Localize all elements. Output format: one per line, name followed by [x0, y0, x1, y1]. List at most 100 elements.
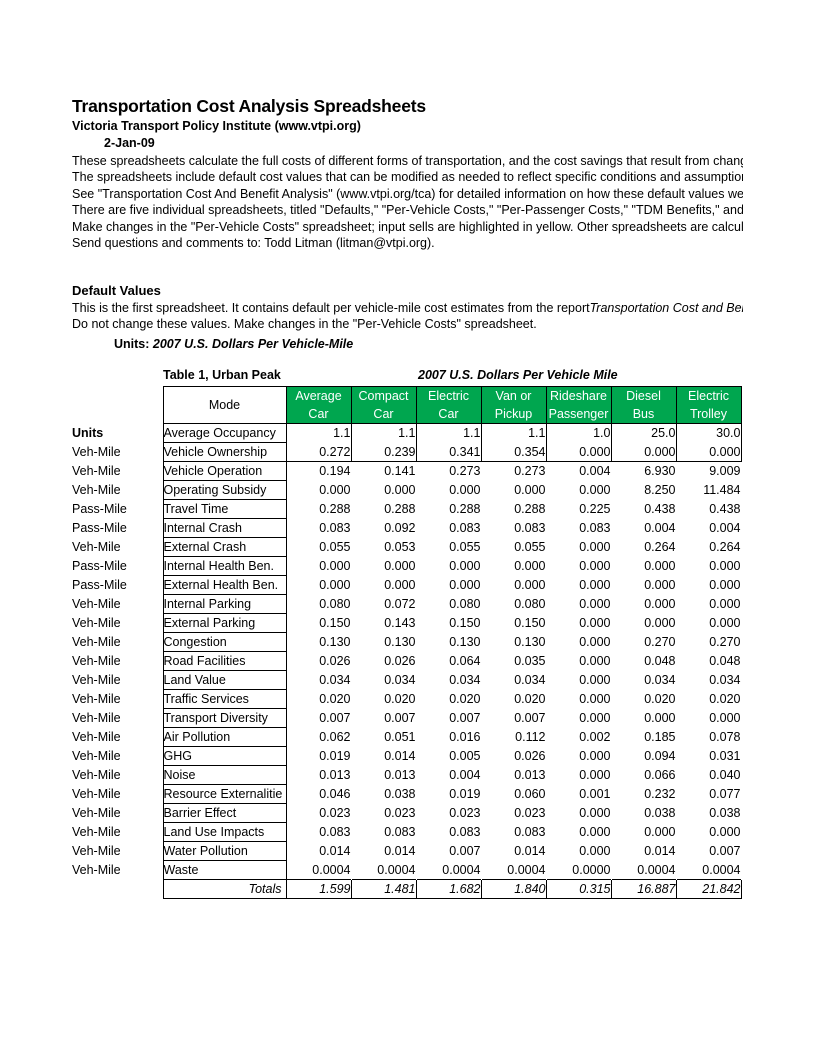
column-header-compact-car[interactable]: Compact Car	[350, 386, 417, 424]
cell-compact-car[interactable]: 0.239	[350, 442, 417, 462]
cell-diesel-bus[interactable]: 0.000	[611, 823, 676, 842]
table-row[interactable]: Units Average Occupancy 1.1 1.1 1.1 1.1 1.0 25.…	[72, 423, 742, 443]
row-mode-label[interactable]: Waste	[162, 860, 287, 880]
cell-rideshare-passenger[interactable]: 0.000	[546, 671, 611, 690]
cell-average-car[interactable]: 0.000	[286, 576, 351, 595]
cell-compact-car[interactable]: 0.288	[351, 500, 416, 519]
cell-compact-car[interactable]: 0.014	[351, 842, 416, 861]
cell-diesel-bus[interactable]: 0.000	[611, 557, 676, 576]
cell-average-car[interactable]: 0.272	[285, 442, 352, 462]
cell-average-car[interactable]: 0.034	[286, 671, 351, 690]
cell-average-car[interactable]: 0.014	[286, 842, 351, 861]
cell-average-car[interactable]: 0.007	[286, 709, 351, 728]
cell-electric-car[interactable]: 0.007	[416, 842, 481, 861]
cell-electric-trolley[interactable]: 0.000	[675, 442, 742, 462]
cost-table[interactable]: Mode Average Car Compact Car Electric Ca…	[72, 386, 742, 899]
cell-electric-car[interactable]: 0.000	[416, 557, 481, 576]
cell-van-or-pickup[interactable]: 0.035	[481, 652, 546, 671]
cell-average-car[interactable]: 0.083	[286, 823, 351, 842]
cell-rideshare-passenger[interactable]: 0.000	[546, 538, 611, 557]
row-mode-label[interactable]: Vehicle Ownership	[162, 442, 287, 462]
row-mode-label[interactable]: Internal Parking	[162, 594, 287, 614]
cell-van-or-pickup[interactable]: 0.000	[481, 481, 546, 500]
table-row[interactable]: Veh-Mile Traffic Services 0.020 0.020 0.020 0…	[72, 689, 741, 709]
cell-compact-car[interactable]: 0.038	[351, 785, 416, 804]
table-row[interactable]: Veh-Mile Internal Parking 0.080 0.072 0.080 0…	[72, 594, 741, 614]
cell-van-or-pickup[interactable]: 0.273	[481, 462, 546, 481]
cost-table-wrapper[interactable]: Mode Average Car Compact Car Electric Ca…	[72, 386, 742, 899]
cell-diesel-bus[interactable]: 0.185	[611, 728, 676, 747]
table-row[interactable]: Veh-Mile Barrier Effect 0.023 0.023 0.023 0.0…	[72, 803, 741, 823]
cell-electric-car[interactable]: 0.288	[416, 500, 481, 519]
row-mode-label[interactable]: Average Occupancy	[162, 423, 287, 443]
cell-electric-trolley[interactable]: 0.000	[676, 557, 741, 576]
table-row[interactable]: Veh-Mile Water Pollution 0.014 0.014 0.007 0.…	[72, 841, 741, 861]
cell-electric-trolley[interactable]: 0.438	[676, 500, 741, 519]
table-row[interactable]: Veh-Mile Resource Externalitie 0.046 0.038 0…	[72, 784, 741, 804]
cell-electric-trolley[interactable]: 0.0004	[676, 861, 741, 880]
cell-electric-car[interactable]: 1.1	[415, 423, 482, 443]
cell-average-car[interactable]: 0.194	[286, 462, 351, 481]
cell-compact-car[interactable]: 0.141	[351, 462, 416, 481]
table-row[interactable]: Veh-Mile Vehicle Ownership 0.272 0.239 0.341…	[72, 442, 742, 462]
cell-electric-car[interactable]: 0.019	[416, 785, 481, 804]
cell-electric-car[interactable]: 0.083	[416, 823, 481, 842]
cell-diesel-bus[interactable]: 0.000	[611, 595, 676, 614]
table-row[interactable]: Pass-Mile External Health Ben. 0.000 0.000 0…	[72, 575, 741, 595]
cell-diesel-bus[interactable]: 6.930	[611, 462, 676, 481]
cell-van-or-pickup[interactable]: 0.000	[481, 576, 546, 595]
cell-van-or-pickup[interactable]: 0.055	[481, 538, 546, 557]
row-mode-label[interactable]: Barrier Effect	[162, 803, 287, 823]
cell-diesel-bus[interactable]: 0.066	[611, 766, 676, 785]
cell-van-or-pickup[interactable]: 0.020	[481, 690, 546, 709]
cell-diesel-bus[interactable]: 0.438	[611, 500, 676, 519]
cell-average-car[interactable]: 0.130	[286, 633, 351, 652]
table-row[interactable]: Veh-Mile Road Facilities 0.026 0.026 0.064 0.…	[72, 651, 741, 671]
cell-van-or-pickup[interactable]: 0.014	[481, 842, 546, 861]
row-mode-label[interactable]: Air Pollution	[162, 727, 287, 747]
row-mode-label[interactable]: Water Pollution	[162, 841, 287, 861]
row-mode-label[interactable]: Land Value	[162, 670, 287, 690]
cell-rideshare-passenger[interactable]: 0.000	[546, 766, 611, 785]
table-body[interactable]: Units Average Occupancy 1.1 1.1 1.1 1.1 1.0 25.…	[72, 423, 742, 899]
cell-rideshare-passenger[interactable]: 0.004	[546, 462, 611, 481]
cell-average-car[interactable]: 0.055	[286, 538, 351, 557]
cell-rideshare-passenger[interactable]: 0.000	[545, 442, 612, 462]
cell-diesel-bus[interactable]: 0.232	[611, 785, 676, 804]
cell-van-or-pickup[interactable]: 0.288	[481, 500, 546, 519]
cell-rideshare-passenger[interactable]: 0.225	[546, 500, 611, 519]
cell-electric-trolley[interactable]: 0.007	[676, 842, 741, 861]
cell-average-car[interactable]: 0.150	[286, 614, 351, 633]
cell-compact-car[interactable]: 0.083	[351, 823, 416, 842]
cell-rideshare-passenger[interactable]: 0.000	[546, 633, 611, 652]
column-header-electric-car[interactable]: Electric Car	[415, 386, 482, 424]
cell-average-car[interactable]: 1.1	[285, 423, 352, 443]
cell-rideshare-passenger[interactable]: 0.000	[546, 709, 611, 728]
cell-van-or-pickup[interactable]: 0.007	[481, 709, 546, 728]
row-mode-label[interactable]: External Health Ben.	[162, 575, 287, 595]
row-mode-label[interactable]: Congestion	[162, 632, 287, 652]
cell-average-car[interactable]: 0.000	[286, 481, 351, 500]
totals-cell-compact-car[interactable]: 1.481	[350, 879, 417, 899]
cell-average-car[interactable]: 0.062	[286, 728, 351, 747]
column-header-average-car[interactable]: Average Car	[285, 386, 352, 424]
row-mode-label[interactable]: Resource Externalitie	[162, 784, 287, 804]
cell-electric-trolley[interactable]: 0.034	[676, 671, 741, 690]
cell-diesel-bus[interactable]: 0.034	[611, 671, 676, 690]
row-mode-label[interactable]: Traffic Services	[162, 689, 287, 709]
cell-rideshare-passenger[interactable]: 0.000	[546, 823, 611, 842]
table-row[interactable]: Veh-Mile External Crash 0.055 0.053 0.055 0.0…	[72, 537, 741, 557]
cell-electric-trolley[interactable]: 0.000	[676, 823, 741, 842]
cell-average-car[interactable]: 0.013	[286, 766, 351, 785]
cell-van-or-pickup[interactable]: 0.013	[481, 766, 546, 785]
cell-diesel-bus[interactable]: 25.0	[610, 423, 677, 443]
totals-cell-electric-trolley[interactable]: 21.842	[675, 879, 742, 899]
cell-average-car[interactable]: 0.083	[286, 519, 351, 538]
table-row[interactable]: Veh-Mile External Parking 0.150 0.143 0.150 0…	[72, 613, 741, 633]
cell-compact-car[interactable]: 0.000	[351, 557, 416, 576]
column-header-van-or-pickup[interactable]: Van or Pickup	[480, 386, 547, 424]
cell-electric-car[interactable]: 0.034	[416, 671, 481, 690]
cell-rideshare-passenger[interactable]: 0.000	[546, 614, 611, 633]
totals-cell-rideshare-passenger[interactable]: 0.315	[545, 879, 612, 899]
cell-compact-car[interactable]: 0.0004	[351, 861, 416, 880]
